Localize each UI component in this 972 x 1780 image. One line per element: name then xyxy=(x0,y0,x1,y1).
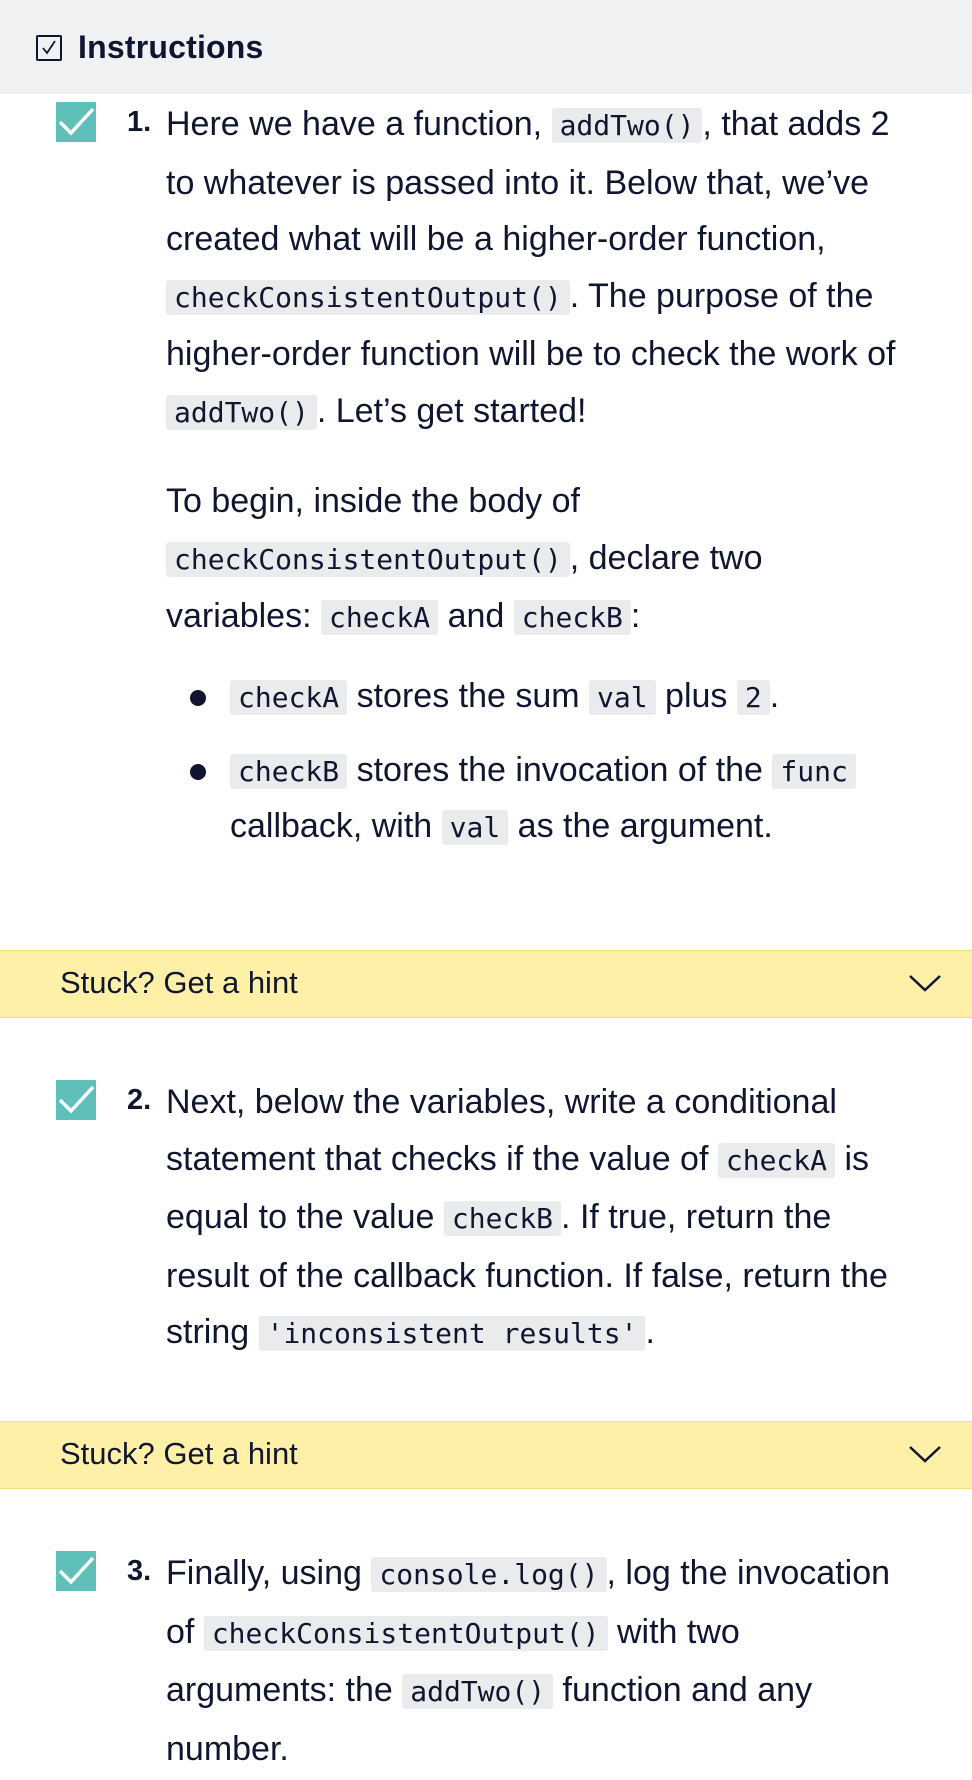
text-segment: stores the sum xyxy=(347,676,590,715)
checkbox-icon xyxy=(36,35,62,61)
inline-code: console.log() xyxy=(371,1557,607,1592)
inline-code: checkA xyxy=(230,679,348,715)
task-number: 3. xyxy=(127,1555,152,1587)
inline-code: checkB xyxy=(513,600,631,635)
text-segment: . xyxy=(645,1313,655,1351)
checkmark-icon[interactable] xyxy=(56,102,96,142)
inline-code: func xyxy=(772,753,856,789)
checkmark-icon[interactable] xyxy=(56,1551,96,1591)
hint-label: Stuck? Get a hint xyxy=(60,965,298,1000)
task-text: Finally, using console.log(), log the in… xyxy=(166,1545,912,1777)
task-number: 1. xyxy=(127,106,152,138)
hint-label: Stuck? Get a hint xyxy=(60,1436,298,1471)
inline-code: val xyxy=(589,679,656,715)
inline-code: checkConsistentOutput() xyxy=(166,279,570,315)
text-segment: Finally, using xyxy=(166,1554,372,1592)
task-paragraph: Finally, using console.log(), log the in… xyxy=(166,1545,912,1777)
text-segment: stores the invocation of the xyxy=(347,750,773,789)
inline-code: checkA xyxy=(320,600,439,635)
inline-code: addTwo() xyxy=(402,1674,554,1709)
checkmark-icon[interactable] xyxy=(56,1080,96,1120)
task-paragraph: To begin, inside the body of checkConsis… xyxy=(166,473,912,647)
inline-code: val xyxy=(441,809,509,845)
text-segment: as the argument. xyxy=(508,806,773,845)
hint-toggle[interactable]: Stuck? Get a hint xyxy=(0,950,972,1018)
inline-code: checkB xyxy=(443,1201,562,1236)
task-text: Next, below the variables, write a condi… xyxy=(166,1074,912,1363)
text-segment: To begin, inside the body of xyxy=(166,482,580,520)
text-segment: callback, with xyxy=(230,806,442,845)
instructions-header: Instructions xyxy=(0,0,972,94)
list-item: checkB stores the invocation of the func… xyxy=(166,743,912,855)
inline-code: 'inconsistent results' xyxy=(258,1316,646,1351)
list-item: checkA stores the sum val plus 2. xyxy=(166,669,912,725)
inline-code: checkB xyxy=(230,753,348,789)
bullet-list: checkA stores the sum val plus 2. checkB… xyxy=(166,669,912,855)
task-number: 2. xyxy=(127,1084,152,1116)
chevron-down-icon xyxy=(908,973,942,998)
inline-code: 2 xyxy=(736,679,770,715)
inline-code: checkConsistentOutput() xyxy=(166,541,570,577)
hint-toggle[interactable]: Stuck? Get a hint xyxy=(0,1421,972,1489)
inline-code: checkA xyxy=(717,1142,836,1178)
task-paragraph: Here we have a function, addTwo(), that … xyxy=(166,96,912,441)
text-segment: and xyxy=(438,597,514,635)
task-paragraph: Next, below the variables, write a condi… xyxy=(166,1074,912,1363)
text-segment: Here we have a function, xyxy=(166,105,552,143)
instructions-title: Instructions xyxy=(78,28,264,65)
inline-code: addTwo() xyxy=(166,394,317,430)
task-text: Here we have a function, addTwo(), that … xyxy=(166,96,912,873)
text-segment: . Let’s get started! xyxy=(316,391,587,430)
inline-code: addTwo() xyxy=(551,108,703,143)
inline-code: checkConsistentOutput() xyxy=(203,1615,608,1651)
text-segment: plus xyxy=(655,676,737,715)
text-segment: : xyxy=(630,597,641,635)
chevron-down-icon xyxy=(908,1444,942,1469)
text-segment: . xyxy=(769,676,780,715)
